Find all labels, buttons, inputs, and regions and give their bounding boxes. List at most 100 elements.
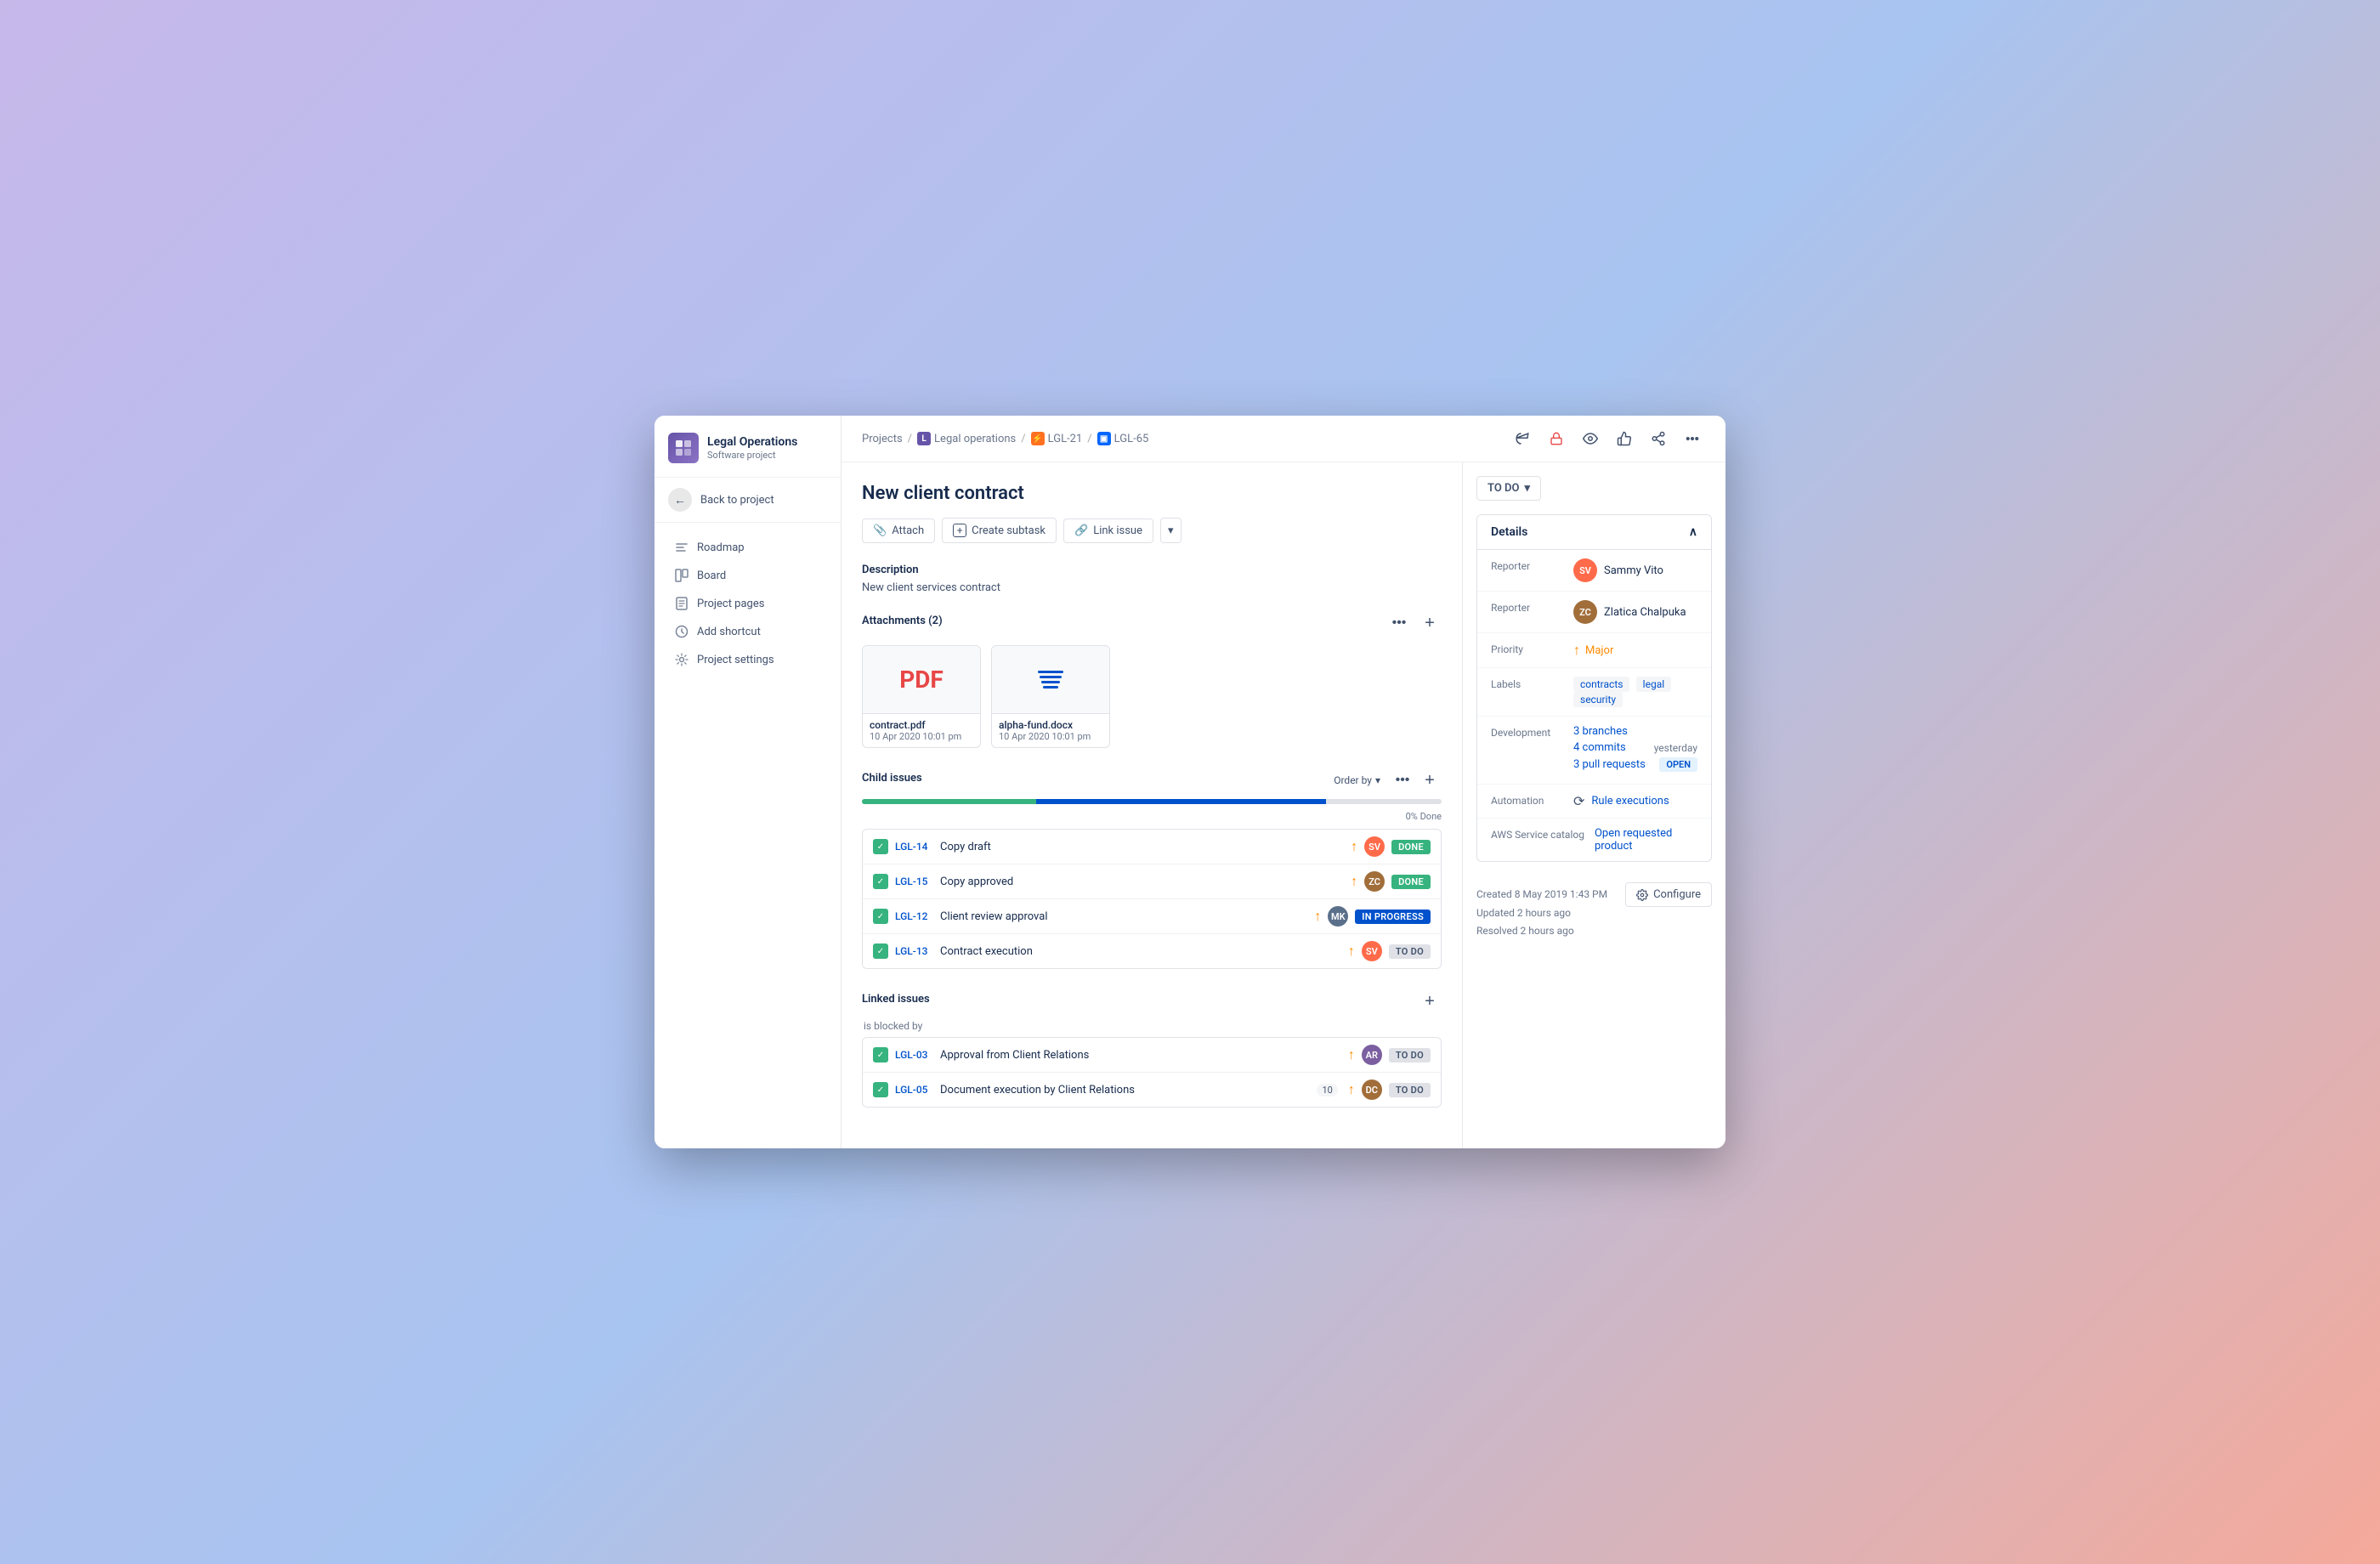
thumbsup-button[interactable] <box>1612 426 1637 451</box>
sidebar-item-roadmap[interactable]: Roadmap <box>661 534 834 561</box>
board-label: Board <box>697 570 726 582</box>
lgl65-badge-icon: ▣ <box>1097 432 1111 445</box>
back-arrow-icon: ← <box>668 488 692 512</box>
details-collapse-icon: ∧ <box>1689 525 1697 539</box>
child-issues-more-button[interactable]: ••• <box>1391 768 1414 792</box>
commits-meta: yesterday <box>1654 742 1697 754</box>
configure-button[interactable]: Configure <box>1625 882 1712 907</box>
share-button[interactable] <box>1646 426 1671 451</box>
detail-aws: AWS Service catalog Open requested produ… <box>1477 819 1711 861</box>
link-icon: 🔗 <box>1074 524 1088 537</box>
configure-icon <box>1636 889 1648 901</box>
priority-icon-lgl15: ↑ <box>1351 873 1357 890</box>
issue-key-lgl15[interactable]: LGL-15 <box>895 876 933 887</box>
breadcrumb-lgl65[interactable]: ▣ LGL-65 <box>1097 432 1149 445</box>
description-label: Description <box>862 564 1442 576</box>
commits-link[interactable]: 4 commits <box>1573 741 1626 754</box>
share-icon <box>1651 431 1666 446</box>
issue-title: New client contract <box>862 483 1442 504</box>
sidebar-item-shortcut[interactable]: Add shortcut <box>661 618 834 645</box>
topbar: Projects / L Legal operations / ⚡ LGL-21… <box>842 416 1726 462</box>
child-issue-lgl14[interactable]: ✓ LGL-14 Copy draft ↑ SV DONE <box>863 830 1441 864</box>
issue-summary-lgl12: Client review approval <box>940 910 1307 923</box>
automation-label: Automation <box>1491 793 1563 807</box>
child-issues-header: Child issues Order by ▾ ••• + <box>862 768 1442 792</box>
roadmap-label: Roadmap <box>697 541 745 554</box>
attach-label: Attach <box>892 524 924 537</box>
priority-arrow-icon: ↑ <box>1573 642 1580 659</box>
details-header[interactable]: Details ∧ <box>1477 515 1711 550</box>
sidebar-nav: Roadmap Board Project pages <box>654 523 841 1148</box>
issue-key-lgl03[interactable]: LGL-03 <box>895 1049 933 1061</box>
attachments-more-button[interactable]: ••• <box>1387 611 1411 635</box>
lock-button[interactable] <box>1544 426 1569 451</box>
subtask-icon: + <box>953 524 966 537</box>
pull-requests-link[interactable]: 3 pull requests <box>1573 758 1646 771</box>
issue-key-lgl05[interactable]: LGL-05 <box>895 1084 933 1096</box>
back-to-project[interactable]: ← Back to project <box>654 478 841 523</box>
linked-issue-lgl03[interactable]: ✓ LGL-03 Approval from Client Relations … <box>863 1038 1441 1073</box>
avatar-lgl12: MK <box>1328 906 1348 926</box>
sidebar-item-board[interactable]: Board <box>661 562 834 589</box>
status-chevron-icon: ▾ <box>1524 482 1530 495</box>
pages-icon <box>675 597 688 610</box>
more-icon <box>1685 431 1700 446</box>
breadcrumb-lgl21[interactable]: ⚡ LGL-21 <box>1031 432 1083 445</box>
board-icon <box>675 569 688 582</box>
automation-icon: ⟳ <box>1573 793 1584 809</box>
order-by-button[interactable]: Order by ▾ <box>1327 771 1387 790</box>
link-issue-button[interactable]: 🔗 Link issue <box>1063 518 1153 543</box>
more-actions-dropdown[interactable]: ▾ <box>1160 518 1182 543</box>
attach-button[interactable]: 📎 Attach <box>862 518 935 543</box>
attach-icon: 📎 <box>873 524 887 537</box>
status-lgl14: DONE <box>1391 840 1431 854</box>
create-subtask-button[interactable]: + Create subtask <box>942 518 1057 543</box>
created-text: Created 8 May 2019 1:43 PM <box>1476 886 1607 904</box>
subtask-label: Create subtask <box>972 524 1046 537</box>
label-contracts[interactable]: contracts <box>1573 677 1629 692</box>
issue-key-lgl14[interactable]: LGL-14 <box>895 841 933 853</box>
settings-label: Project settings <box>697 654 774 666</box>
detail-development: Development 3 branches 4 commits yesterd… <box>1477 717 1711 785</box>
breadcrumb-projects[interactable]: Projects <box>862 433 903 445</box>
details-title: Details <box>1491 525 1527 539</box>
attachments-grid: PDF contract.pdf 10 Apr 2020 10:01 pm <box>862 645 1442 748</box>
status-label: TO DO <box>1488 482 1519 495</box>
child-issue-lgl13[interactable]: ✓ LGL-13 Contract execution ↑ SV TO DO <box>863 934 1441 968</box>
label-legal[interactable]: legal <box>1636 677 1671 692</box>
topbar-actions <box>1510 426 1705 451</box>
more-button[interactable] <box>1680 426 1705 451</box>
sidebar-item-settings[interactable]: Project settings <box>661 646 834 673</box>
breadcrumb-legal-ops[interactable]: L Legal operations <box>917 432 1016 445</box>
progress-label: 0% Done <box>862 811 1442 822</box>
breadcrumb: Projects / L Legal operations / ⚡ LGL-21… <box>862 432 1148 445</box>
attachment-doc[interactable]: alpha-fund.docx 10 Apr 2020 10:01 pm <box>991 645 1110 748</box>
reporter1-value: SV Sammy Vito <box>1573 558 1697 582</box>
attachments-add-button[interactable]: + <box>1418 611 1442 635</box>
issue-key-lgl13[interactable]: LGL-13 <box>895 945 933 957</box>
issue-type-icon-lgl03: ✓ <box>873 1047 888 1062</box>
reporter2-label: Reporter <box>1491 600 1563 614</box>
eye-button[interactable] <box>1578 426 1603 451</box>
issue-type-icon-lgl05: ✓ <box>873 1082 888 1097</box>
progress-green <box>862 799 1036 804</box>
issue-summary-lgl15: Copy approved <box>940 876 1344 888</box>
child-issue-lgl12[interactable]: ✓ LGL-12 Client review approval ↑ MK IN … <box>863 899 1441 934</box>
linked-issues-add-button[interactable]: + <box>1418 989 1442 1013</box>
aws-value[interactable]: Open requested product <box>1595 827 1672 853</box>
order-chevron-icon: ▾ <box>1375 774 1380 786</box>
automation-value[interactable]: Rule executions <box>1591 795 1669 808</box>
back-label: Back to project <box>700 494 774 507</box>
sidebar-item-pages[interactable]: Project pages <box>661 590 834 617</box>
branches-link[interactable]: 3 branches <box>1573 725 1628 738</box>
issue-key-lgl12[interactable]: LGL-12 <box>895 910 933 922</box>
megaphone-button[interactable] <box>1510 426 1535 451</box>
attachment-pdf[interactable]: PDF contract.pdf 10 Apr 2020 10:01 pm <box>862 645 981 748</box>
status-dropdown[interactable]: TO DO ▾ <box>1476 476 1541 501</box>
priority-icon-lgl13: ↑ <box>1348 943 1355 960</box>
linked-issue-lgl05[interactable]: ✓ LGL-05 Document execution by Client Re… <box>863 1073 1441 1107</box>
aws-label: AWS Service catalog <box>1491 827 1584 841</box>
child-issues-add-button[interactable]: + <box>1418 768 1442 792</box>
child-issue-lgl15[interactable]: ✓ LGL-15 Copy approved ↑ ZC DONE <box>863 864 1441 899</box>
label-security[interactable]: security <box>1573 692 1623 707</box>
